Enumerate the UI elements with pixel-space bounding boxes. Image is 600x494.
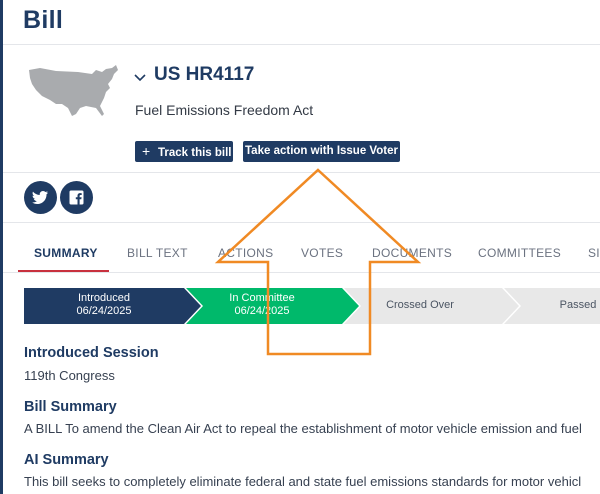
- plus-icon: +: [142, 143, 151, 159]
- bill-progress-tracker: Introduced 06/24/2025 In Committee 06/24…: [24, 288, 600, 324]
- bill-name: Fuel Emissions Freedom Act: [135, 102, 314, 118]
- introduced-session-value: 119th Congress: [24, 368, 115, 383]
- us-map-icon: [29, 65, 118, 116]
- chevron-down-icon[interactable]: [133, 72, 147, 82]
- bill-id: US HR4117: [154, 64, 255, 85]
- title-divider: [3, 44, 600, 45]
- tabs-divider: [3, 272, 600, 273]
- bill-summary-heading: Bill Summary: [24, 399, 117, 415]
- tab-committees[interactable]: COMMITTEES: [478, 246, 561, 260]
- tab-sponsors[interactable]: SI: [588, 246, 600, 260]
- social-divider-bottom: [3, 222, 600, 223]
- take-action-button[interactable]: Take action with Issue Voter: [243, 141, 400, 162]
- left-accent-rule: [0, 0, 3, 494]
- tab-documents[interactable]: DOCUMENTS: [372, 246, 452, 260]
- page-title: Bill: [23, 6, 64, 34]
- social-divider: [3, 172, 600, 173]
- facebook-share-button[interactable]: [60, 181, 93, 214]
- stage-in-committee-date: 06/24/2025: [234, 305, 290, 317]
- tab-summary[interactable]: SUMMARY: [34, 246, 98, 260]
- track-bill-label: Track this bill: [158, 147, 232, 159]
- bill-summary-text: A BILL To amend the Clean Air Act to rep…: [24, 421, 582, 436]
- stage-passed-label: Passed: [559, 299, 597, 311]
- twitter-icon: [32, 191, 48, 204]
- stage-crossed-over-label: Crossed Over: [386, 299, 454, 311]
- facebook-icon: [69, 190, 84, 205]
- stage-introduced-name: Introduced: [78, 292, 130, 304]
- tab-actions[interactable]: ACTIONS: [218, 246, 273, 260]
- tab-votes[interactable]: VOTES: [301, 246, 343, 260]
- stage-introduced-label: Introduced 06/24/2025: [64, 292, 144, 318]
- stage-in-committee-label: In Committee 06/24/2025: [222, 292, 302, 318]
- stage-introduced-date: 06/24/2025: [76, 305, 132, 317]
- tab-bill-text[interactable]: BILL TEXT: [127, 246, 188, 260]
- twitter-share-button[interactable]: [24, 181, 57, 214]
- track-bill-button[interactable]: + Track this bill: [135, 141, 233, 162]
- introduced-session-heading: Introduced Session: [24, 345, 159, 361]
- ai-summary-text: This bill seeks to completely eliminate …: [24, 474, 582, 489]
- stage-in-committee-name: In Committee: [229, 292, 295, 304]
- take-action-label: Take action with Issue Voter: [245, 145, 398, 157]
- ai-summary-heading: AI Summary: [24, 452, 109, 468]
